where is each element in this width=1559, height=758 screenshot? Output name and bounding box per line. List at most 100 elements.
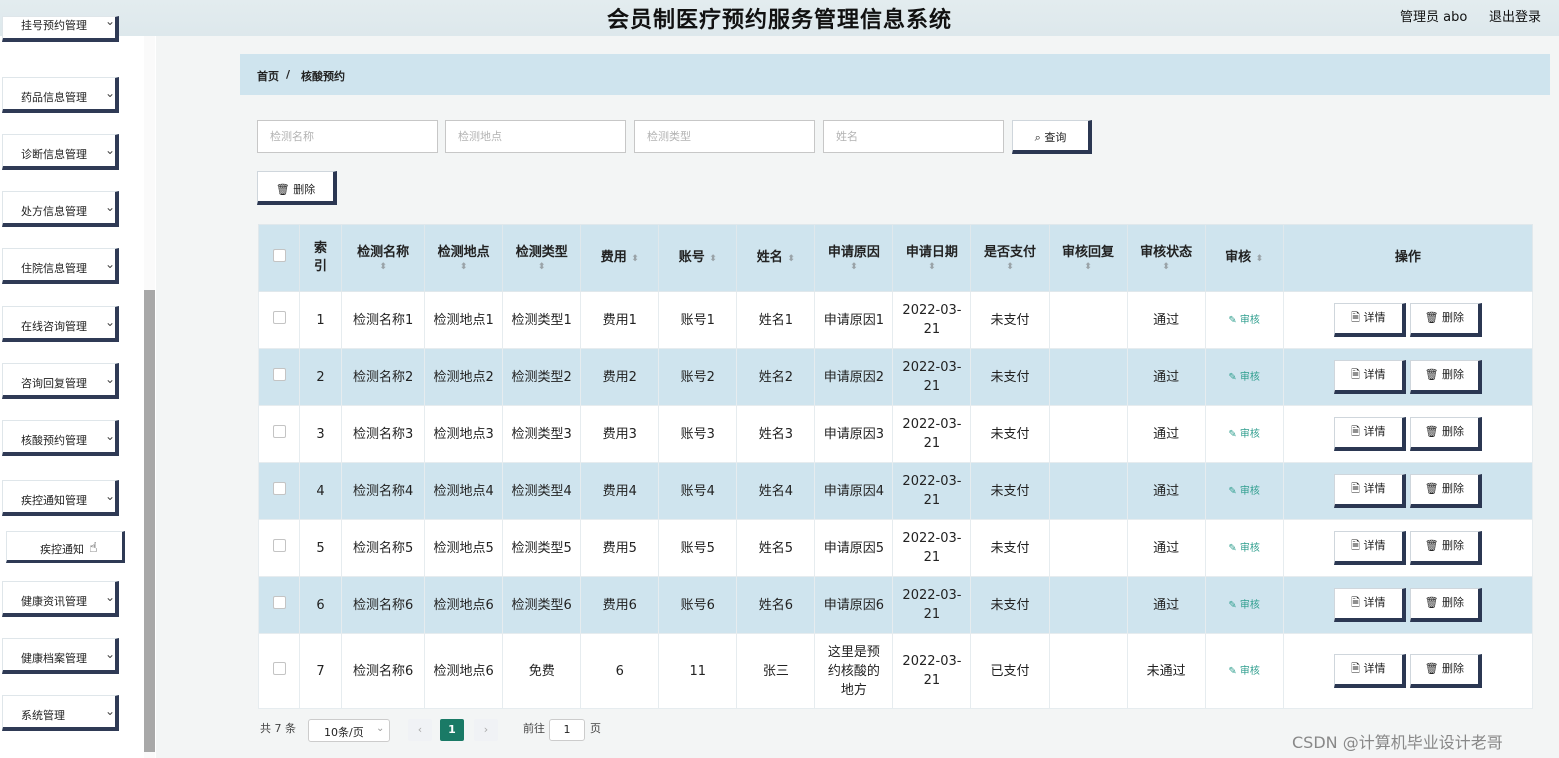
sidebar-item[interactable]: 药品信息管理 ⌄ xyxy=(2,77,119,113)
cell-fee: 费用5 xyxy=(580,519,660,577)
row-checkbox[interactable] xyxy=(272,367,286,381)
cell-index: 1 xyxy=(299,291,343,349)
breadcrumb-separator: / xyxy=(286,68,291,81)
sidebar-item[interactable]: 健康档案管理 ⌄ xyxy=(2,638,119,674)
audit-link[interactable]: ✎ 审核 xyxy=(1228,600,1260,611)
admin-name[interactable]: 管理员 abo xyxy=(1400,6,1467,25)
search-type-input[interactable] xyxy=(634,120,815,153)
col-person[interactable]: 姓名 ⬍ xyxy=(736,224,816,292)
col-name[interactable]: 检测名称 ⬍ xyxy=(341,224,426,292)
delete-row-button[interactable]: 🗑 删除 xyxy=(1409,417,1482,451)
sidebar-item[interactable]: 咨询回复管理 ⌄ xyxy=(2,363,119,399)
row-checkbox[interactable] xyxy=(272,481,286,495)
sidebar-item[interactable]: 挂号预约管理 ⌄ xyxy=(2,14,119,42)
sort-icon: ⬍ xyxy=(928,262,936,272)
sidebar-item[interactable]: 系统管理 ⌄ xyxy=(2,695,119,731)
goto-page-input[interactable]: 1 xyxy=(549,719,585,741)
sidebar-scrollbar-thumb[interactable] xyxy=(144,290,155,752)
page-size-select[interactable]: 10条/页 ⌄ xyxy=(308,719,390,742)
delete-row-button[interactable]: 🗑 删除 xyxy=(1409,303,1482,337)
cell-paid: 未支付 xyxy=(970,348,1050,406)
row-select-cell[interactable] xyxy=(257,576,301,634)
detail-button[interactable]: 🗎 详情 xyxy=(1333,303,1406,337)
select-all-checkbox[interactable] xyxy=(272,248,286,262)
row-checkbox[interactable] xyxy=(272,424,286,438)
prev-page-button[interactable]: ‹ xyxy=(408,719,432,741)
col-type[interactable]: 检测类型 ⬍ xyxy=(502,224,582,292)
detail-button[interactable]: 🗎 详情 xyxy=(1333,588,1406,622)
sidebar-item[interactable]: 处方信息管理 ⌄ xyxy=(2,191,119,227)
next-page-button[interactable]: › xyxy=(474,719,498,741)
logout-link[interactable]: 退出登录 xyxy=(1489,6,1541,25)
select-all-cell[interactable] xyxy=(257,224,301,292)
col-reason[interactable]: 申请原因 ⬍ xyxy=(814,224,894,292)
edit-pen-icon: ✎ xyxy=(1228,600,1237,611)
sidebar-item-label: 住院信息管理 xyxy=(21,262,87,275)
col-reply[interactable]: 审核回复 ⬍ xyxy=(1048,224,1128,292)
sidebar-item[interactable]: 诊断信息管理 ⌄ xyxy=(2,134,119,170)
row-select-cell[interactable] xyxy=(257,519,301,577)
col-fee[interactable]: 费用 ⬍ xyxy=(580,224,660,292)
page-number-current[interactable]: 1 xyxy=(440,719,464,741)
cell-index: 3 xyxy=(299,405,343,463)
detail-button[interactable]: 🗎 详情 xyxy=(1333,654,1406,688)
trash-icon: 🗑 xyxy=(1424,368,1439,381)
audit-link[interactable]: ✎ 审核 xyxy=(1228,486,1260,497)
search-icon: ⌕ xyxy=(1034,131,1041,144)
col-status[interactable]: 审核状态 ⬍ xyxy=(1126,224,1206,292)
col-date[interactable]: 申请日期 ⬍ xyxy=(892,224,972,292)
row-select-cell[interactable] xyxy=(257,348,301,406)
col-account[interactable]: 账号 ⬍ xyxy=(658,224,738,292)
delete-row-button[interactable]: 🗑 删除 xyxy=(1409,531,1482,565)
sidebar-item[interactable]: 在线咨询管理 ⌄ xyxy=(2,306,119,342)
query-button[interactable]: ⌕ 查询 xyxy=(1012,120,1092,154)
row-select-cell[interactable] xyxy=(257,405,301,463)
col-paid[interactable]: 是否支付 ⬍ xyxy=(970,224,1050,292)
col-audit[interactable]: 审核 ⬍ xyxy=(1204,224,1284,292)
detail-button[interactable]: 🗎 详情 xyxy=(1333,531,1406,565)
delete-row-button[interactable]: 🗑 删除 xyxy=(1409,474,1482,508)
col-place[interactable]: 检测地点 ⬍ xyxy=(424,224,504,292)
audit-link[interactable]: ✎ 审核 xyxy=(1228,666,1260,677)
delete-row-button[interactable]: 🗑 删除 xyxy=(1409,360,1482,394)
chevron-down-icon: ⌄ xyxy=(105,14,116,28)
submenu-item-notice[interactable]: 疾控通知 ☝ xyxy=(6,531,125,563)
trash-icon: 🗑 xyxy=(1424,311,1439,324)
row-checkbox[interactable] xyxy=(272,595,286,609)
sidebar-item[interactable]: 核酸预约管理 ⌄ xyxy=(2,420,119,456)
breadcrumb-home[interactable]: 首页 xyxy=(257,68,279,84)
cell-reply xyxy=(1048,405,1128,463)
delete-row-button[interactable]: 🗑 删除 xyxy=(1409,588,1482,622)
cell-place: 检测地点6 xyxy=(424,576,504,634)
audit-link[interactable]: ✎ 审核 xyxy=(1228,315,1260,326)
search-name-input[interactable] xyxy=(257,120,438,153)
row-checkbox[interactable] xyxy=(272,538,286,552)
audit-link[interactable]: ✎ 审核 xyxy=(1228,372,1260,383)
detail-button[interactable]: 🗎 详情 xyxy=(1333,474,1406,508)
chevron-down-icon: ⌄ xyxy=(105,86,116,100)
top-bar: 会员制医疗预约服务管理信息系统 管理员 abo 退出登录 xyxy=(0,0,1559,36)
sidebar-item[interactable]: 健康资讯管理 ⌄ xyxy=(2,581,119,617)
batch-delete-button[interactable]: 🗑 删除 xyxy=(257,171,337,205)
row-select-cell[interactable] xyxy=(257,291,301,349)
row-checkbox[interactable] xyxy=(272,310,286,324)
row-select-cell[interactable] xyxy=(257,462,301,520)
trash-icon: 🗑 xyxy=(1424,425,1439,438)
detail-button[interactable]: 🗎 详情 xyxy=(1333,417,1406,451)
row-checkbox[interactable] xyxy=(272,661,286,675)
cell-person: 姓名4 xyxy=(736,462,816,520)
sidebar-item[interactable]: 疾控通知管理 ⌄ xyxy=(2,480,119,516)
cell-date: 2022-03-21 xyxy=(892,519,972,577)
search-place-input[interactable] xyxy=(445,120,626,153)
col-ops: 操作 xyxy=(1282,224,1534,292)
delete-row-button[interactable]: 🗑 删除 xyxy=(1409,654,1482,688)
detail-button[interactable]: 🗎 详情 xyxy=(1333,360,1406,394)
audit-link[interactable]: ✎ 审核 xyxy=(1228,543,1260,554)
row-select-cell[interactable] xyxy=(257,633,301,709)
cell-fee: 费用4 xyxy=(580,462,660,520)
search-person-input[interactable] xyxy=(823,120,1004,153)
audit-link[interactable]: ✎ 审核 xyxy=(1228,429,1260,440)
cell-reply xyxy=(1048,291,1128,349)
chevron-down-icon: ⌄ xyxy=(105,429,116,443)
sidebar-item[interactable]: 住院信息管理 ⌄ xyxy=(2,248,119,284)
